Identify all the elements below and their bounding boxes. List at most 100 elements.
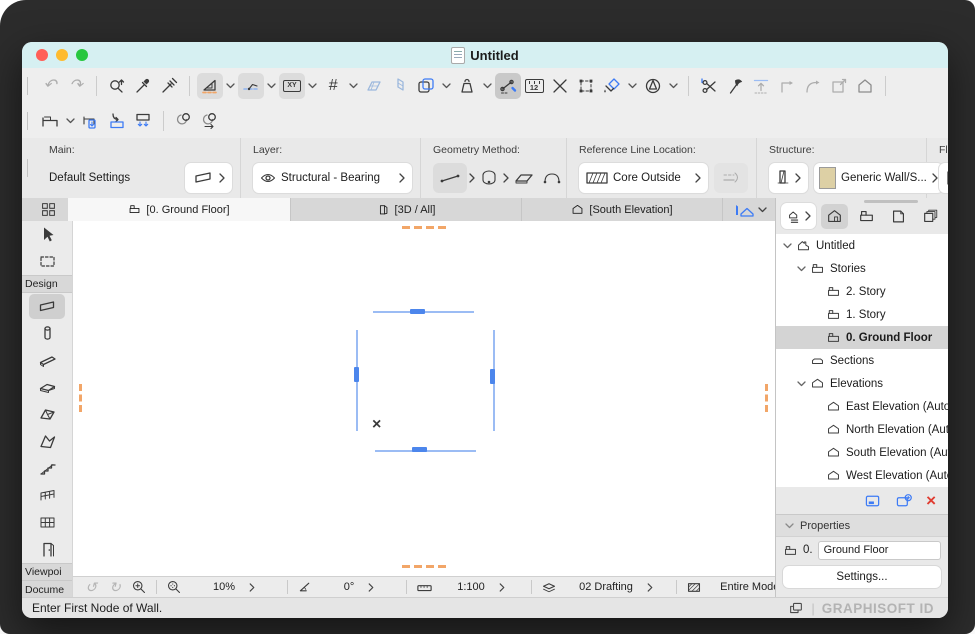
stretch-button[interactable] [547, 73, 573, 99]
fill-polygon-button[interactable] [599, 73, 625, 99]
toolbar-drag-handle[interactable] [27, 112, 28, 130]
guide-lines-button[interactable] [197, 73, 223, 99]
properties-header[interactable]: Properties [776, 514, 948, 537]
snap-grid-dropdown[interactable] [346, 73, 361, 99]
inject-parameters-button[interactable] [156, 73, 182, 99]
chevron-down-icon[interactable] [783, 243, 792, 249]
editing-plane-button[interactable] [361, 73, 387, 99]
navigator-tab-view-map[interactable] [853, 204, 880, 229]
fill-polygon-dropdown[interactable] [625, 73, 640, 99]
apply-all-settings-button[interactable] [130, 108, 156, 134]
tool-curtain-wall[interactable] [29, 510, 65, 535]
north-elevation-marker[interactable] [410, 309, 425, 314]
tree-item-stories[interactable]: Stories [776, 257, 948, 280]
tool-morph[interactable] [29, 429, 65, 454]
split-button[interactable] [696, 73, 722, 99]
dimension-button[interactable]: 12 [521, 73, 547, 99]
tree-item-north-elevation[interactable]: North Elevation (Auto [776, 418, 948, 441]
toolbar-drag-handle[interactable] [27, 77, 28, 95]
navigator-scroll-indicator[interactable] [864, 200, 918, 203]
tree-item-south-elevation[interactable]: South Elevation (Auto [776, 441, 948, 464]
view-back-button[interactable]: ↺ [79, 580, 103, 594]
tool-column[interactable] [29, 321, 65, 346]
zoom-in-button[interactable] [127, 579, 151, 595]
structure-type-button[interactable] [769, 163, 808, 193]
transfer-settings-button[interactable] [104, 108, 130, 134]
fit-in-window-button[interactable] [162, 579, 186, 595]
tool-beam[interactable] [29, 348, 65, 373]
tree-item-west-elevation[interactable]: West Elevation (Auto- [776, 464, 948, 487]
virtual-trace-dropdown[interactable] [439, 73, 454, 99]
zoom-level-control[interactable]: 10% [186, 581, 282, 593]
geometry-curved-button[interactable] [477, 165, 501, 191]
tab-overview-button[interactable] [28, 198, 68, 221]
chevron-right-icon[interactable] [503, 173, 509, 183]
undo-button[interactable]: ↶ [37, 73, 63, 99]
west-elevation-marker[interactable] [354, 367, 359, 382]
tool-slab[interactable] [29, 375, 65, 400]
navigator-tab-layout-book[interactable] [885, 204, 912, 229]
orientation-control[interactable]: 0° [317, 581, 401, 593]
editing-plane-rotated-button[interactable] [387, 73, 413, 99]
revolve-button[interactable] [640, 73, 666, 99]
navigator-tab-publisher[interactable] [917, 204, 944, 229]
building-material-selector[interactable]: Generic Wall/S... [814, 163, 943, 193]
tool-marquee[interactable] [29, 249, 65, 274]
tool-roof[interactable] [29, 402, 65, 427]
floor-plan-canvas[interactable]: × [72, 221, 776, 576]
find-select-button[interactable] [104, 73, 130, 99]
flip-reference-button[interactable] [714, 163, 748, 193]
redo-button[interactable]: ↷ [63, 73, 89, 99]
snap-guides-button[interactable] [238, 73, 264, 99]
change-home-story-button[interactable] [852, 73, 878, 99]
model-view-control[interactable]: Entire Model [706, 581, 775, 593]
project-chooser-button[interactable] [781, 203, 816, 229]
navigator-tab-project-map[interactable] [821, 204, 848, 229]
tree-item-story-1[interactable]: 1. Story [776, 303, 948, 326]
toolbox-section-viewpoint[interactable]: Viewpoi [22, 563, 72, 581]
tab-ground-floor[interactable]: [0. Ground Floor] [68, 198, 291, 221]
south-elevation-marker[interactable] [412, 447, 427, 452]
geometry-straight-button[interactable] [433, 163, 467, 193]
tree-item-project[interactable]: Untitled [776, 234, 948, 257]
delete-viewpoint-button[interactable]: × [926, 492, 936, 509]
tool-railing[interactable] [29, 483, 65, 508]
coordinate-input-dropdown[interactable] [305, 73, 320, 99]
tree-item-elevations[interactable]: Elevations [776, 372, 948, 395]
snap-grid-button[interactable]: # [320, 73, 346, 99]
reference-line-selector[interactable]: Core Outside [579, 163, 708, 193]
tree-item-sections[interactable]: Sections [776, 349, 948, 372]
pick-up-style-button[interactable] [171, 108, 197, 134]
story-name-input[interactable] [818, 541, 941, 560]
new-viewpoint-button[interactable] [895, 493, 913, 509]
tree-item-story-2[interactable]: 2. Story [776, 280, 948, 303]
tool-stair[interactable] [29, 456, 65, 481]
scale-control[interactable]: 1:100 [436, 581, 526, 593]
wall-settings-button[interactable] [185, 163, 232, 193]
open-settings-window-button[interactable] [864, 493, 882, 509]
apply-style-button[interactable] [197, 108, 223, 134]
geometry-rectangle-button[interactable] [539, 165, 565, 191]
chevron-down-icon[interactable] [797, 381, 806, 387]
suspend-groups-button[interactable] [454, 73, 480, 99]
tree-item-east-elevation[interactable]: East Elevation (Auto- [776, 395, 948, 418]
snap-guides-dropdown[interactable] [264, 73, 279, 99]
settings-button[interactable]: Settings... [783, 566, 941, 588]
pick-up-settings-button[interactable] [78, 108, 104, 134]
favorites-button[interactable] [37, 108, 63, 134]
tree-item-ground-floor[interactable]: 0. Ground Floor [776, 326, 948, 349]
tab-3d-all[interactable]: [3D / All] [291, 198, 522, 221]
favorites-dropdown[interactable] [63, 108, 78, 134]
floor-plan-display-button[interactable] [939, 163, 948, 193]
guide-lines-dropdown[interactable] [223, 73, 238, 99]
transform-marquee-button[interactable] [573, 73, 599, 99]
view-forward-button[interactable]: ↻ [103, 580, 127, 594]
intersect-button[interactable] [774, 73, 800, 99]
layer-selector[interactable]: Structural - Bearing [253, 163, 412, 193]
quick-options-button[interactable] [734, 198, 775, 221]
adjust-button[interactable] [748, 73, 774, 99]
toolbox-section-design[interactable]: Design [22, 275, 72, 293]
geometry-chained-button[interactable] [511, 165, 537, 191]
layer-combination-control[interactable]: 02 Drafting [561, 581, 671, 593]
suspend-groups-dropdown[interactable] [480, 73, 495, 99]
